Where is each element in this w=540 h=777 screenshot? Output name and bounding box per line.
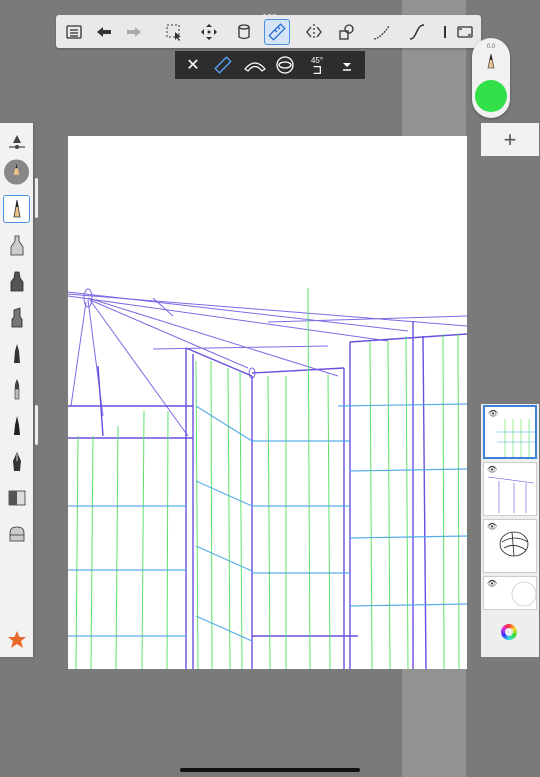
airbrush-icon[interactable]	[3, 231, 30, 259]
layers-list-icon[interactable]	[61, 19, 87, 45]
visibility-eye-icon[interactable]: 👁	[487, 579, 497, 588]
layer-thumbnail[interactable]: 👁	[483, 519, 537, 573]
selection-icon[interactable]	[161, 19, 187, 45]
flood-fill-icon[interactable]	[231, 19, 257, 45]
drawing-canvas[interactable]	[68, 136, 467, 669]
pencil-icon[interactable]	[3, 195, 30, 223]
transform-icon[interactable]	[196, 19, 222, 45]
angle-snap-button[interactable]: 45°	[305, 53, 329, 77]
blender-icon[interactable]	[3, 519, 30, 547]
main-toolbar	[56, 15, 481, 48]
symmetry-icon[interactable]	[301, 19, 327, 45]
ink-pen-icon[interactable]	[3, 411, 30, 439]
straight-ruler-icon[interactable]	[211, 53, 235, 77]
ruler-toolbar: ✕ 45°	[175, 51, 365, 79]
toolbar-grab-handle[interactable]	[262, 4, 278, 17]
layer-panel: 👁 👁 👁 👁	[481, 404, 539, 657]
undo-icon[interactable]	[91, 19, 117, 45]
current-color-swatch[interactable]	[475, 80, 507, 112]
brush-size-label: 0.0	[486, 44, 496, 50]
french-curve-icon[interactable]	[241, 53, 269, 77]
toolbox-resize-handle[interactable]	[35, 178, 38, 218]
layer-thumbnail[interactable]: 👁	[483, 405, 537, 459]
eraser-icon[interactable]	[3, 483, 30, 511]
close-icon[interactable]: ✕	[181, 53, 205, 77]
ellipse-guide-icon[interactable]	[273, 53, 297, 77]
brush-size-indicator[interactable]: 0.0	[478, 42, 504, 76]
paintbrush-icon[interactable]	[3, 375, 30, 403]
marker-icon[interactable]	[3, 267, 30, 295]
shapes-icon[interactable]	[334, 19, 360, 45]
favorites-icon[interactable]	[3, 625, 30, 653]
layer-thumbnail[interactable]: 👁	[483, 462, 537, 516]
layer-thumbnail[interactable]: 👁	[483, 576, 537, 610]
brush-color-puck[interactable]: 0.0	[472, 38, 510, 118]
brush-toolbox	[0, 123, 33, 657]
chevron-down-icon[interactable]	[335, 53, 359, 77]
chisel-marker-icon[interactable]	[3, 303, 30, 331]
fountain-pen-icon[interactable]	[3, 447, 30, 475]
visibility-eye-icon[interactable]: 👁	[488, 409, 498, 418]
visibility-eye-icon[interactable]: 👁	[487, 522, 497, 531]
predictive-stroke-icon[interactable]	[369, 19, 395, 45]
brush-preview-icon[interactable]	[3, 158, 30, 186]
add-layer-button[interactable]: +	[481, 123, 539, 156]
sketch-artwork	[68, 287, 467, 669]
brush-properties-icon[interactable]	[3, 127, 30, 155]
ruler-icon[interactable]	[264, 19, 290, 45]
redo-icon[interactable]	[121, 19, 147, 45]
home-indicator	[180, 768, 360, 772]
color-wheel-icon[interactable]	[501, 624, 517, 640]
ballpoint-pen-icon[interactable]	[3, 339, 30, 367]
curve-icon[interactable]	[404, 19, 430, 45]
fullscreen-icon[interactable]	[452, 19, 478, 45]
visibility-eye-icon[interactable]: 👁	[487, 465, 497, 474]
toolbox-resize-handle[interactable]	[35, 405, 38, 445]
